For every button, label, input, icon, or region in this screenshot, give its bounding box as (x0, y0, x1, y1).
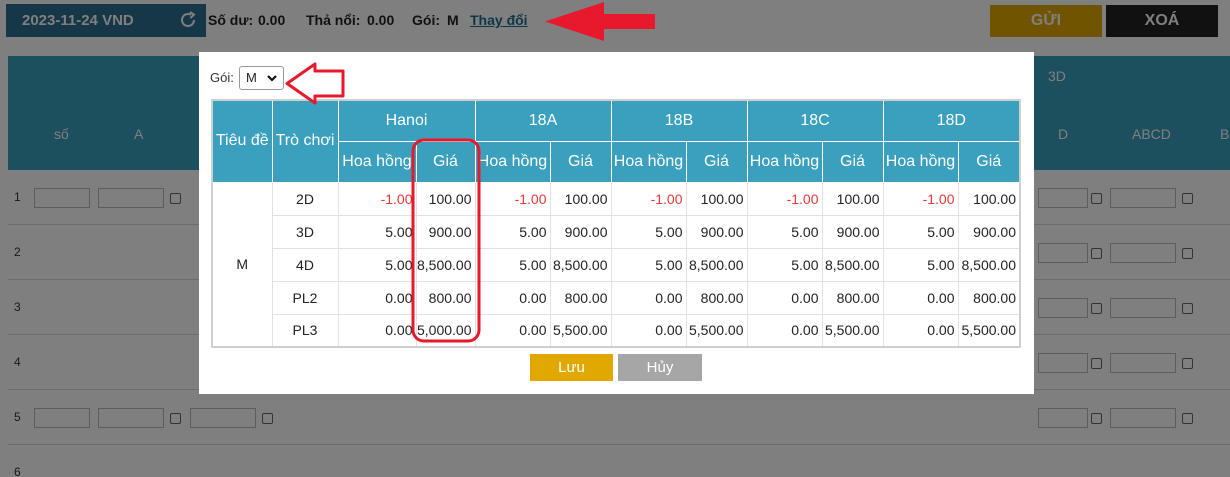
price-cell[interactable]: 100.00 (957, 181, 1021, 216)
table-row: M 2D -1.00 100.00 -1.00 100.00 -1.00 100.00 -1.0… (211, 181, 1021, 348)
commission-cell[interactable]: -1.00 (882, 181, 959, 216)
price-cell[interactable]: 800.00 (549, 280, 612, 315)
commission-cell[interactable]: 0.00 (882, 313, 959, 348)
game-cell: 4D (271, 247, 339, 282)
price-cell[interactable]: 800.00 (685, 280, 748, 315)
commission-cell[interactable]: 0.00 (746, 280, 823, 315)
price-cell[interactable]: 5,000.00 (415, 313, 476, 348)
header-region-hanoi: Hanoi (337, 99, 476, 142)
game-cell: PL2 (271, 280, 339, 315)
table-row: PL3 0.00 5,000.00 0.00 5,500.00 0.00 5,500.00 0… (212, 313, 1021, 348)
game-cell: PL3 (271, 313, 339, 348)
table-row: 4D 5.00 8,500.00 5.00 8,500.00 5.00 8,500.00 5.… (212, 247, 1021, 282)
package-select[interactable]: M (239, 66, 284, 90)
price-cell[interactable]: 8,500.00 (415, 247, 476, 282)
header-commission: Hoa hồng (882, 140, 959, 183)
price-table: Tiêu đề Trò chơi Hanoi 18A 18B 18C 18D H… (211, 99, 1021, 348)
price-cell[interactable]: 8,500.00 (685, 247, 748, 282)
header-region-18d: 18D (882, 99, 1021, 142)
commission-cell[interactable]: -1.00 (746, 181, 823, 216)
commission-cell[interactable]: 0.00 (882, 280, 959, 315)
header-commission: Hoa hồng (610, 140, 687, 183)
price-cell[interactable]: 900.00 (685, 214, 748, 249)
modal-package-label: Gói: (210, 70, 234, 85)
price-cell[interactable]: 900.00 (415, 214, 476, 249)
price-cell[interactable]: 8,500.00 (821, 247, 884, 282)
price-cell[interactable]: 100.00 (549, 181, 612, 216)
header-price: Giá (957, 140, 1021, 183)
commission-cell[interactable]: 5.00 (474, 247, 551, 282)
commission-cell[interactable]: 0.00 (746, 313, 823, 348)
commission-cell[interactable]: 5.00 (610, 247, 687, 282)
commission-cell[interactable]: 5.00 (337, 247, 417, 282)
commission-cell[interactable]: 5.00 (610, 214, 687, 249)
commission-cell[interactable]: -1.00 (610, 181, 687, 216)
header-commission: Hoa hồng (746, 140, 823, 183)
price-cell[interactable]: 100.00 (415, 181, 476, 216)
group-title-cell: M (211, 181, 273, 348)
price-cell[interactable]: 900.00 (821, 214, 884, 249)
price-cell[interactable]: 900.00 (957, 214, 1021, 249)
header-price: Giá (821, 140, 884, 183)
price-cell[interactable]: 800.00 (821, 280, 884, 315)
price-cell[interactable]: 5,500.00 (549, 313, 612, 348)
header-price: Giá (685, 140, 748, 183)
commission-cell[interactable]: 0.00 (474, 280, 551, 315)
commission-cell[interactable]: 5.00 (882, 247, 959, 282)
commission-cell[interactable]: 5.00 (474, 214, 551, 249)
header-title: Tiêu đề (211, 99, 273, 183)
header-game: Trò chơi (271, 99, 339, 183)
commission-cell[interactable]: 0.00 (337, 280, 417, 315)
game-cell: 2D (271, 181, 339, 216)
price-cell[interactable]: 5,500.00 (821, 313, 884, 348)
header-price: Giá (415, 140, 476, 183)
price-cell[interactable]: 100.00 (685, 181, 748, 216)
commission-cell[interactable]: 0.00 (610, 280, 687, 315)
commission-cell[interactable]: 0.00 (610, 313, 687, 348)
commission-cell[interactable]: 5.00 (337, 214, 417, 249)
table-row: PL2 0.00 800.00 0.00 800.00 0.00 800.00 0.00 800… (212, 280, 1021, 315)
commission-cell[interactable]: 0.00 (474, 313, 551, 348)
header-commission: Hoa hồng (474, 140, 551, 183)
game-cell: 3D (271, 214, 339, 249)
commission-cell[interactable]: -1.00 (337, 181, 417, 216)
chevron-down-icon (267, 75, 277, 82)
package-price-modal: Gói: M Tiêu đề Trò chơi Hanoi 18A 18B 18… (199, 52, 1034, 394)
header-region-18c: 18C (746, 99, 884, 142)
header-price: Giá (549, 140, 612, 183)
table-row: 3D 5.00 900.00 5.00 900.00 5.00 900.00 5.00 900.… (212, 214, 1021, 249)
price-cell[interactable]: 5,500.00 (957, 313, 1021, 348)
commission-cell[interactable]: 5.00 (746, 214, 823, 249)
header-region-18b: 18B (610, 99, 748, 142)
save-button[interactable]: Lưu (530, 354, 613, 381)
cancel-button[interactable]: Hủy (618, 354, 702, 381)
commission-cell[interactable]: 5.00 (746, 247, 823, 282)
commission-cell[interactable]: 5.00 (882, 214, 959, 249)
commission-cell[interactable]: -1.00 (474, 181, 551, 216)
price-cell[interactable]: 5,500.00 (685, 313, 748, 348)
price-cell[interactable]: 900.00 (549, 214, 612, 249)
price-cell[interactable]: 800.00 (957, 280, 1021, 315)
price-cell[interactable]: 100.00 (821, 181, 884, 216)
price-cell[interactable]: 800.00 (415, 280, 476, 315)
commission-cell[interactable]: 0.00 (337, 313, 417, 348)
price-cell[interactable]: 8,500.00 (957, 247, 1021, 282)
price-cell[interactable]: 8,500.00 (549, 247, 612, 282)
header-commission: Hoa hồng (337, 140, 417, 183)
header-region-18a: 18A (474, 99, 612, 142)
